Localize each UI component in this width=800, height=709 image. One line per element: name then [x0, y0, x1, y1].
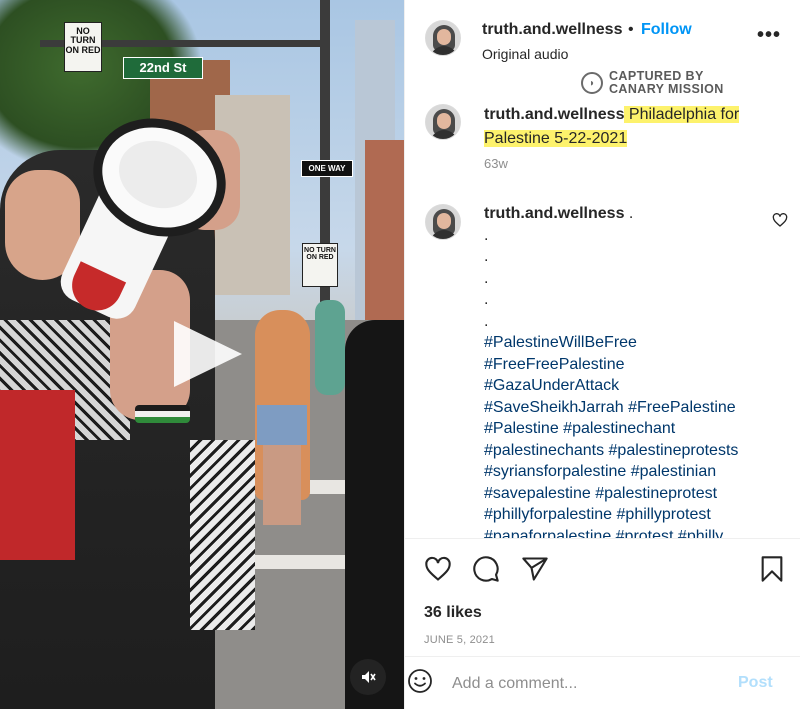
comment-dot: . — [484, 226, 489, 244]
background-person-walking — [255, 310, 310, 525]
one-way-sign: ONE WAY — [301, 160, 353, 177]
street-sign: 22nd St — [123, 57, 203, 79]
bracelet — [135, 405, 190, 423]
comment-like-heart-icon[interactable] — [772, 212, 788, 228]
comment-avatar[interactable] — [425, 204, 461, 240]
shorts — [257, 405, 307, 445]
emoji-icon[interactable] — [405, 666, 435, 696]
comments-scroll-area[interactable]: truth.and.wellness Philadelphia for Pale… — [405, 0, 800, 538]
divider — [405, 538, 800, 539]
comment-dot: . — [484, 312, 489, 330]
comment-icon[interactable] — [472, 555, 500, 583]
legs — [263, 445, 301, 525]
share-icon[interactable] — [521, 555, 549, 583]
red-garment — [0, 390, 75, 560]
hashtag-line[interactable]: #syriansforpalestine #palestinian — [484, 461, 769, 483]
comment-dot: . — [484, 291, 489, 308]
hashtag-line[interactable]: #papaforpalestine #protest #philly — [484, 526, 769, 539]
comment: truth.and.wellness . ..... #PalestineWil… — [484, 203, 769, 538]
bookmark-icon[interactable] — [758, 555, 786, 583]
brick-building-right — [365, 140, 404, 320]
likes-count[interactable]: 36 likes — [424, 604, 482, 622]
comment-dot: . — [484, 269, 489, 287]
hashtag-line[interactable]: #FreeFreePalestine — [484, 354, 769, 376]
hashtag-line[interactable]: #palestinechants #palestineprotests — [484, 440, 769, 462]
post-panel: truth.and.wellness • Follow ••• Original… — [404, 0, 800, 709]
caption-text-line2: Palestine 5-22-2021 — [484, 130, 628, 147]
caption-text-line1: Philadelphia for — [628, 106, 740, 123]
hashtag-line[interactable]: #savepalestine #palestineprotest — [484, 483, 769, 505]
comment-dots: ..... — [484, 225, 769, 333]
keffiyeh-scarf-end — [190, 440, 255, 630]
megaphone — [54, 98, 244, 326]
hashtag-line[interactable]: #SaveSheikhJarrah #FreePalestine — [484, 397, 769, 419]
caption-username[interactable]: truth.and.wellness — [484, 106, 624, 123]
heart-icon[interactable] — [424, 555, 452, 583]
divider — [405, 656, 800, 657]
add-comment-input[interactable] — [452, 672, 722, 696]
background-person — [315, 300, 345, 395]
comment-first-dot: . — [628, 205, 634, 222]
post-comment-button[interactable]: Post — [738, 674, 773, 692]
hashtag-list: #PalestineWillBeFree #FreeFreePalestine #G… — [484, 332, 769, 538]
no-turn-on-red-sign: NO TURN ON RED — [64, 22, 102, 72]
post-date[interactable]: JUNE 5, 2021 — [424, 634, 495, 646]
foreground-person-right — [345, 320, 404, 709]
post-video[interactable]: NO TURN ON RED 22nd St ONE WAY NO TURN O… — [0, 0, 404, 709]
caption-avatar[interactable] — [425, 104, 461, 140]
comment-dot: . — [484, 248, 489, 265]
play-icon[interactable] — [168, 317, 246, 391]
hashtag-line[interactable]: #Palestine #palestinechant — [484, 418, 769, 440]
hashtag-line[interactable]: #GazaUnderAttack — [484, 375, 769, 397]
post-caption: truth.and.wellness Philadelphia for Pale… — [484, 103, 769, 151]
muted-speaker-icon[interactable] — [350, 659, 386, 695]
hashtag-line[interactable]: #PalestineWillBeFree — [484, 332, 769, 354]
hashtag-line[interactable]: #phillyforpalestine #phillyprotest — [484, 504, 769, 526]
post-timestamp[interactable]: 63w — [484, 156, 508, 171]
comment-username[interactable]: truth.and.wellness — [484, 205, 624, 222]
no-turn-on-red-sign-lower: NO TURN ON RED — [302, 243, 338, 287]
